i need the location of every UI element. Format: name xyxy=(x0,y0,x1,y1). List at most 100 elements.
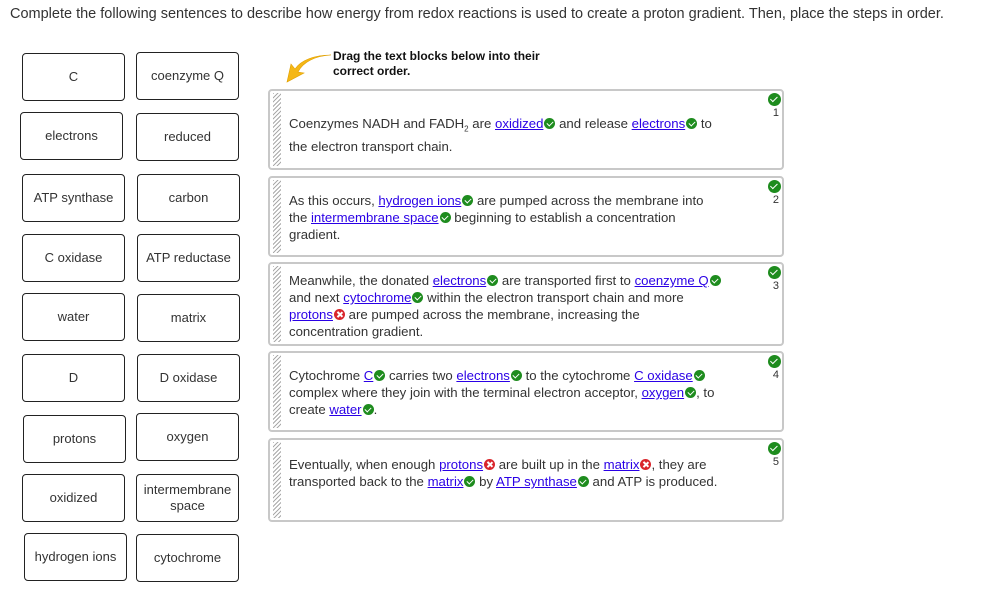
sentence-fragment: and release xyxy=(555,116,632,131)
drag-handle[interactable] xyxy=(273,180,281,253)
sentence-fragment: by xyxy=(475,474,496,489)
sentence-block[interactable]: Cytochrome C carries two electrons to th… xyxy=(268,351,784,432)
answer-blank[interactable]: cytochrome xyxy=(343,290,411,305)
answer-blank[interactable]: protons xyxy=(289,307,333,322)
answer-blank[interactable]: oxygen xyxy=(642,385,685,400)
drag-hint: Drag the text blocks below into their co… xyxy=(333,49,540,78)
word-tile[interactable]: cytochrome xyxy=(136,534,239,582)
sentence-fragment: are xyxy=(468,116,496,131)
answer-blank[interactable]: water xyxy=(329,402,361,417)
order-status xyxy=(767,265,781,279)
sentence-block[interactable]: Meanwhile, the donated electrons are tra… xyxy=(268,262,784,346)
check-circle-icon xyxy=(439,212,451,223)
check-circle-icon xyxy=(374,370,386,381)
answer-blank[interactable]: ATP synthase xyxy=(496,474,577,489)
answer-blank[interactable]: intermembrane space xyxy=(311,210,439,225)
check-circle-icon xyxy=(693,370,705,381)
word-tile[interactable]: D oxidase xyxy=(137,354,240,402)
check-circle-icon xyxy=(544,118,556,129)
answer-blank[interactable]: protons xyxy=(439,457,483,472)
sentence-fragment: and ATP is produced. xyxy=(588,474,718,489)
drag-handle[interactable] xyxy=(273,266,281,342)
answer-blank[interactable]: C oxidase xyxy=(634,368,693,383)
drag-handle[interactable] xyxy=(273,93,281,166)
sentence-fragment: and next xyxy=(289,290,344,305)
sentence-fragment: Coenzymes NADH and FADH xyxy=(289,116,465,131)
question-instructions: Complete the following sentences to desc… xyxy=(10,6,944,22)
check-circle-icon xyxy=(412,292,424,303)
sentence-block[interactable]: As this occurs, hydrogen ions are pumped… xyxy=(268,176,784,257)
order-status xyxy=(767,441,781,455)
drag-handle[interactable] xyxy=(273,442,281,518)
x-circle-icon xyxy=(640,459,652,470)
drag-handle[interactable] xyxy=(273,355,281,428)
word-tile[interactable]: water xyxy=(22,293,125,341)
word-tile[interactable]: protons xyxy=(23,415,126,463)
order-status xyxy=(767,92,781,106)
sentence-fragment: complex where they join with the termina… xyxy=(289,385,642,400)
check-circle-icon xyxy=(768,355,781,368)
order-number: 2 xyxy=(772,194,779,206)
order-number: 4 xyxy=(772,369,779,381)
word-tile[interactable]: oxygen xyxy=(136,413,239,461)
order-number: 1 xyxy=(772,107,779,119)
sentence-fragment: within the electron transport chain and … xyxy=(423,290,684,305)
sentence-text: Meanwhile, the donated electrons are tra… xyxy=(289,272,722,340)
word-tile[interactable]: oxidized xyxy=(22,474,125,522)
word-tile[interactable]: C xyxy=(22,53,125,101)
word-tile[interactable]: intermembrane space xyxy=(136,474,239,522)
sentence-fragment: carries two xyxy=(385,368,457,383)
answer-blank[interactable]: matrix xyxy=(428,474,464,489)
sentence-fragment: As this occurs, xyxy=(289,193,379,208)
word-tile[interactable]: hydrogen ions xyxy=(24,533,127,581)
answer-blank[interactable]: electrons xyxy=(632,116,686,131)
answer-blank[interactable]: hydrogen ions xyxy=(378,193,461,208)
sentence-text: Eventually, when enough protons are buil… xyxy=(289,456,722,490)
sentence-fragment: Eventually, when enough xyxy=(289,457,440,472)
word-tile[interactable]: reduced xyxy=(136,113,239,161)
order-number: 5 xyxy=(772,456,779,468)
check-circle-icon xyxy=(768,442,781,455)
check-circle-icon xyxy=(709,275,721,286)
sentence-fragment: Cytochrome xyxy=(289,368,364,383)
word-tile[interactable]: ATP synthase xyxy=(22,174,125,222)
answer-blank[interactable]: coenzyme Q xyxy=(635,273,709,288)
sentence-text: Cytochrome C carries two electrons to th… xyxy=(289,367,722,418)
check-circle-icon xyxy=(577,476,589,487)
answer-blank[interactable]: oxidized xyxy=(495,116,543,131)
word-tile[interactable]: ATP reductase xyxy=(137,234,240,282)
word-tile[interactable]: C oxidase xyxy=(22,234,125,282)
check-circle-icon xyxy=(510,370,522,381)
sentence-fragment: Meanwhile, the donated xyxy=(289,273,433,288)
sentence-fragment: are built up in the xyxy=(495,457,604,472)
check-circle-icon xyxy=(768,266,781,279)
check-circle-icon xyxy=(487,275,499,286)
order-number: 3 xyxy=(772,280,779,292)
answer-blank[interactable]: C xyxy=(364,368,374,383)
check-circle-icon xyxy=(462,195,474,206)
sentence-fragment: to the cytochrome xyxy=(521,368,635,383)
sentence-text: As this occurs, hydrogen ions are pumped… xyxy=(289,192,722,243)
check-circle-icon xyxy=(685,387,697,398)
word-tile[interactable]: D xyxy=(22,354,125,402)
sentence-block[interactable]: Eventually, when enough protons are buil… xyxy=(268,438,784,522)
word-tile[interactable]: coenzyme Q xyxy=(136,52,239,100)
check-circle-icon xyxy=(768,180,781,193)
answer-blank[interactable]: electrons xyxy=(456,368,510,383)
check-circle-icon xyxy=(768,93,781,106)
word-tile[interactable]: matrix xyxy=(137,294,240,342)
word-tile[interactable]: carbon xyxy=(137,174,240,222)
sentence-fragment: . xyxy=(373,402,378,417)
x-circle-icon xyxy=(484,459,496,470)
answer-blank[interactable]: electrons xyxy=(433,273,487,288)
pointer-arrow-icon xyxy=(286,54,332,83)
check-circle-icon xyxy=(686,118,698,129)
sentence-text: Coenzymes NADH and FADH2 are oxidized an… xyxy=(289,115,722,155)
sentence-block[interactable]: Coenzymes NADH and FADH2 are oxidized an… xyxy=(268,89,784,170)
order-status xyxy=(767,354,781,368)
word-tile[interactable]: electrons xyxy=(20,112,123,160)
check-circle-icon xyxy=(362,404,374,415)
answer-blank[interactable]: matrix xyxy=(604,457,640,472)
sentence-fragment: are transported first to xyxy=(498,273,635,288)
x-circle-icon xyxy=(334,309,345,320)
